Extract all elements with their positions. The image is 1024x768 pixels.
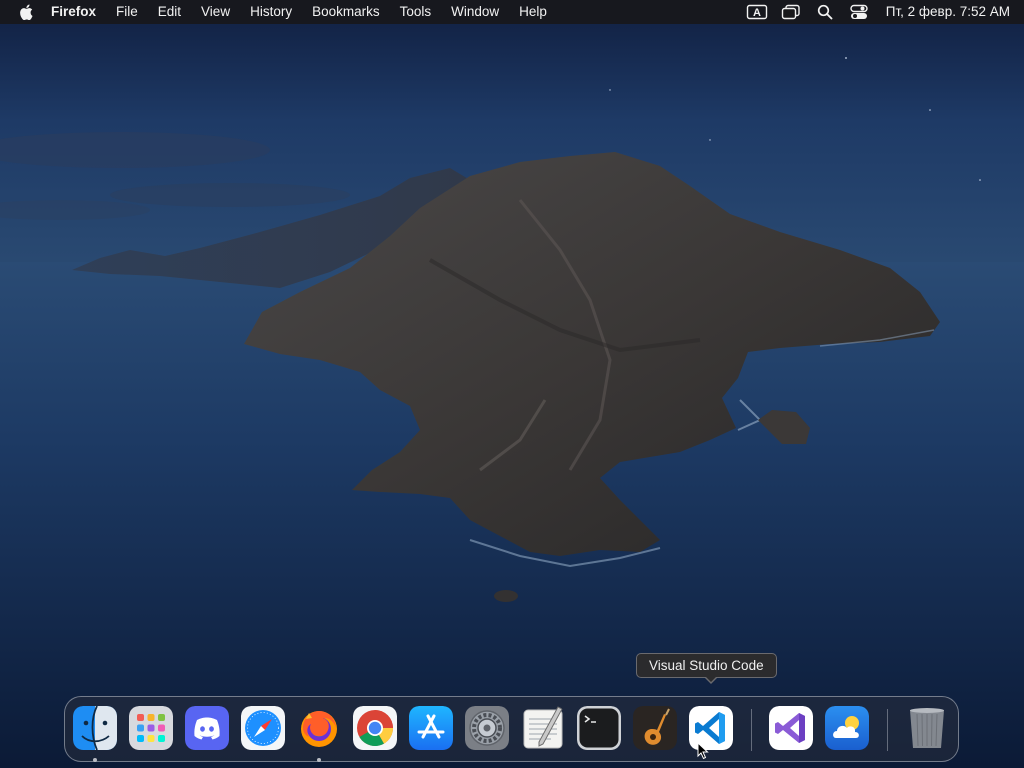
dock-item-safari[interactable] bbox=[241, 706, 285, 750]
dock-item-terminal[interactable] bbox=[577, 706, 621, 750]
launchpad-icon bbox=[129, 706, 173, 750]
vscode-icon bbox=[689, 706, 733, 750]
input-source-icon[interactable]: A bbox=[746, 0, 768, 24]
menu-tools[interactable]: Tools bbox=[390, 0, 442, 24]
menu-history[interactable]: History bbox=[240, 0, 302, 24]
visual-studio-icon bbox=[769, 706, 813, 750]
weather-icon bbox=[825, 706, 869, 750]
mouse-pointer-icon bbox=[697, 742, 709, 760]
running-indicator bbox=[93, 758, 97, 762]
app-store-icon bbox=[409, 706, 453, 750]
apple-logo-icon[interactable] bbox=[13, 0, 39, 24]
dock-separator bbox=[751, 709, 752, 751]
dock-item-vscode[interactable] bbox=[689, 706, 733, 750]
dock-item-garageband[interactable] bbox=[633, 706, 677, 750]
desktop-wallpaper bbox=[0, 0, 1024, 768]
dock-item-trash[interactable] bbox=[905, 706, 949, 750]
dock-item-visual-studio[interactable] bbox=[769, 706, 813, 750]
menu-bar-clock[interactable]: Пт, 2 февр. 7:52 AM bbox=[886, 0, 1010, 24]
dock-item-firefox[interactable] bbox=[297, 706, 341, 762]
screen-mirroring-icon[interactable] bbox=[780, 0, 802, 24]
menu-view[interactable]: View bbox=[191, 0, 240, 24]
spotlight-search-icon[interactable] bbox=[814, 0, 836, 24]
dock-separator bbox=[887, 709, 888, 751]
tooltip-arrow bbox=[704, 676, 718, 684]
menu-edit[interactable]: Edit bbox=[148, 0, 191, 24]
discord-icon bbox=[185, 706, 229, 750]
menu-help[interactable]: Help bbox=[509, 0, 557, 24]
firefox-icon bbox=[297, 706, 341, 750]
menu-file[interactable]: File bbox=[106, 0, 148, 24]
dock-item-system-preferences[interactable] bbox=[465, 706, 509, 750]
finder-icon bbox=[73, 706, 117, 750]
menu-bookmarks[interactable]: Bookmarks bbox=[302, 0, 390, 24]
system-preferences-icon bbox=[465, 706, 509, 750]
dock-item-textedit[interactable] bbox=[521, 706, 565, 750]
input-source-letter: A bbox=[753, 7, 761, 19]
running-indicator bbox=[317, 758, 321, 762]
status-area: A Пт, 2 февр. 7:52 AM bbox=[740, 0, 1024, 24]
menu-bar: Firefox File Edit View History Bookmarks… bbox=[0, 0, 1024, 24]
app-menu-firefox[interactable]: Firefox bbox=[45, 0, 106, 24]
dock-tooltip: Visual Studio Code bbox=[636, 653, 777, 684]
control-center-icon[interactable] bbox=[848, 0, 870, 24]
dock-item-weather[interactable] bbox=[825, 706, 869, 750]
dock-item-app-store[interactable] bbox=[409, 706, 453, 750]
garageband-icon bbox=[633, 706, 677, 750]
textedit-icon bbox=[521, 706, 565, 750]
menu-window[interactable]: Window bbox=[441, 0, 509, 24]
dock-item-discord[interactable] bbox=[185, 706, 229, 750]
dock bbox=[64, 696, 959, 762]
dock-item-finder[interactable] bbox=[73, 706, 117, 762]
dock-item-launchpad[interactable] bbox=[129, 706, 173, 750]
trash-icon bbox=[905, 706, 949, 750]
chrome-icon bbox=[353, 706, 397, 750]
safari-icon bbox=[241, 706, 285, 750]
terminal-icon bbox=[577, 706, 621, 750]
dock-tooltip-label: Visual Studio Code bbox=[649, 658, 764, 673]
dock-item-chrome[interactable] bbox=[353, 706, 397, 750]
